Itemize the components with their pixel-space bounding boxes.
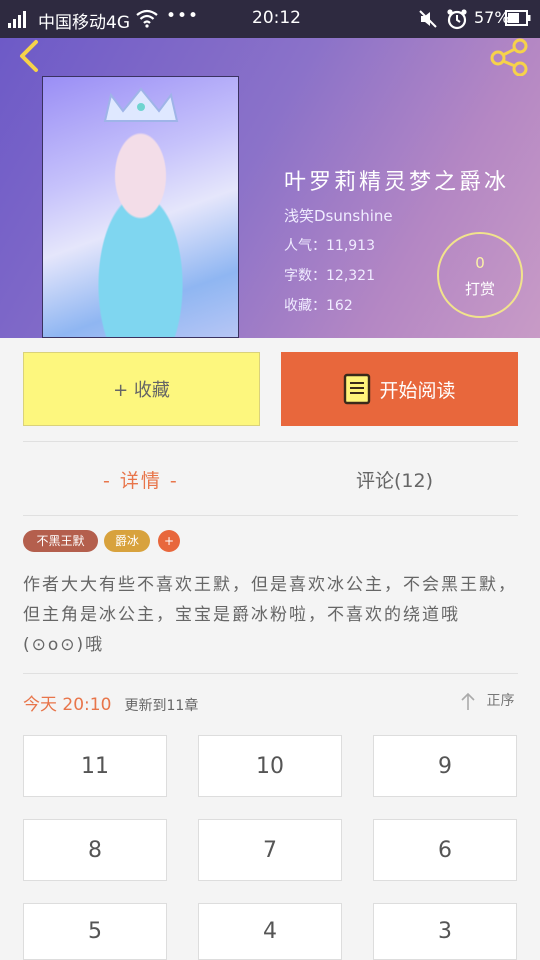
chapter-button[interactable]: 4	[198, 903, 342, 960]
favorites-stat: 收藏：162	[284, 298, 353, 314]
update-time: 今天 20:10	[23, 695, 112, 715]
chapter-button[interactable]: 11	[23, 735, 167, 797]
tip-button[interactable]: 0 打赏	[437, 232, 523, 318]
chapter-button[interactable]: 8	[23, 819, 167, 881]
alarm-icon	[447, 9, 467, 30]
book-cover-image	[42, 76, 239, 338]
start-reading-label: 开始阅读	[379, 379, 456, 402]
chapter-button[interactable]: 6	[373, 819, 517, 881]
tab-detail[interactable]: - 详情 -	[103, 466, 179, 493]
chapter-button[interactable]: 10	[198, 735, 342, 797]
status-bar: 中国移动4G ••• 20:12 57%	[0, 0, 540, 38]
more-status-icon: •••	[166, 6, 200, 26]
book-header: 叶罗莉精灵梦之爵冰 浅笑Dsunshine 人气：11,913 字数：12,32…	[0, 38, 540, 338]
update-info: 今天 20:10 更新到11章	[23, 690, 198, 715]
chapter-button[interactable]: 9	[373, 735, 517, 797]
clock: 20:12	[252, 8, 301, 28]
sort-order-label: 正序	[486, 693, 515, 709]
author-name[interactable]: 浅笑Dsunshine	[284, 205, 393, 226]
add-to-favorites-label: + 收藏	[113, 380, 170, 401]
chapter-button[interactable]: 3	[373, 903, 517, 960]
book-icon	[344, 373, 371, 405]
tag-chip[interactable]: 不黑王默	[23, 530, 98, 552]
add-tag-button[interactable]: +	[158, 530, 180, 552]
carrier-label: 中国移动4G	[38, 13, 130, 33]
divider	[23, 441, 518, 442]
back-icon[interactable]	[14, 38, 44, 74]
wifi-icon	[136, 9, 158, 28]
tip-count: 0	[475, 254, 485, 272]
divider	[23, 515, 518, 516]
sort-order-toggle[interactable]: 正序	[460, 690, 514, 710]
tab-comments[interactable]: 评论(12)	[356, 466, 433, 493]
tip-label: 打赏	[464, 280, 495, 298]
book-description: 作者大大有些不喜欢王默，但是喜欢冰公主，不会黑王默，但主角是冰公主，宝宝是爵冰粉…	[23, 575, 517, 655]
divider	[23, 673, 518, 674]
tag-chip[interactable]: 爵冰	[104, 530, 150, 552]
word-count-stat: 字数：12,321	[284, 268, 375, 284]
signal-icon	[8, 11, 26, 28]
chapter-button[interactable]: 7	[198, 819, 342, 881]
add-to-favorites-button[interactable]: + 收藏	[23, 352, 260, 426]
popularity-stat: 人气：11,913	[284, 238, 375, 254]
battery-icon	[505, 10, 531, 26]
mute-icon	[419, 10, 437, 28]
book-title: 叶罗莉精灵梦之爵冰	[284, 170, 510, 195]
share-icon[interactable]	[488, 38, 532, 76]
update-text: 更新到11章	[124, 698, 199, 714]
arrow-up-icon	[461, 692, 475, 710]
chapter-button[interactable]: 5	[23, 903, 167, 960]
start-reading-button[interactable]: 开始阅读	[281, 352, 518, 426]
crown-icon	[103, 87, 179, 122]
